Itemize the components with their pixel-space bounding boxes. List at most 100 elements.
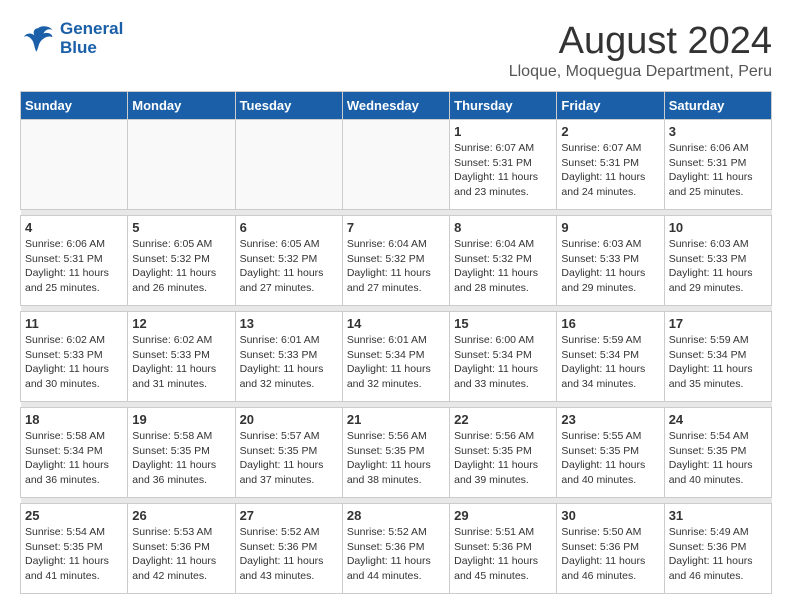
day-number: 21 — [347, 412, 445, 427]
day-info: Sunrise: 5:50 AM Sunset: 5:36 PM Dayligh… — [561, 525, 659, 584]
day-number: 27 — [240, 508, 338, 523]
day-info: Sunrise: 5:55 AM Sunset: 5:35 PM Dayligh… — [561, 429, 659, 488]
day-info: Sunrise: 5:52 AM Sunset: 5:36 PM Dayligh… — [240, 525, 338, 584]
calendar-cell: 29 Sunrise: 5:51 AM Sunset: 5:36 PM Dayli… — [450, 504, 557, 594]
day-info: Sunrise: 6:06 AM Sunset: 5:31 PM Dayligh… — [669, 141, 767, 200]
day-number: 12 — [132, 316, 230, 331]
page-header: General Blue August 2024 Lloque, Moquegu… — [20, 20, 772, 81]
calendar-title: August 2024 — [509, 20, 772, 63]
weekday-header: Friday — [557, 92, 664, 120]
calendar-header-row: SundayMondayTuesdayWednesdayThursdayFrid… — [21, 92, 772, 120]
day-number: 29 — [454, 508, 552, 523]
weekday-header: Monday — [128, 92, 235, 120]
day-number: 23 — [561, 412, 659, 427]
calendar-week-row: 4 Sunrise: 6:06 AM Sunset: 5:31 PM Daylig… — [21, 216, 772, 306]
day-info: Sunrise: 6:07 AM Sunset: 5:31 PM Dayligh… — [561, 141, 659, 200]
day-number: 31 — [669, 508, 767, 523]
title-block: August 2024 Lloque, Moquegua Department,… — [509, 20, 772, 81]
day-number: 5 — [132, 220, 230, 235]
day-number: 26 — [132, 508, 230, 523]
calendar-cell: 2 Sunrise: 6:07 AM Sunset: 5:31 PM Daylig… — [557, 120, 664, 210]
day-number: 4 — [25, 220, 123, 235]
calendar-cell: 10 Sunrise: 6:03 AM Sunset: 5:33 PM Dayli… — [664, 216, 771, 306]
day-info: Sunrise: 6:01 AM Sunset: 5:34 PM Dayligh… — [347, 333, 445, 392]
day-info: Sunrise: 6:04 AM Sunset: 5:32 PM Dayligh… — [347, 237, 445, 296]
day-info: Sunrise: 6:06 AM Sunset: 5:31 PM Dayligh… — [25, 237, 123, 296]
calendar-cell: 28 Sunrise: 5:52 AM Sunset: 5:36 PM Dayli… — [342, 504, 449, 594]
day-number: 9 — [561, 220, 659, 235]
day-number: 28 — [347, 508, 445, 523]
calendar-cell: 26Sunrise: 5:53 AM Sunset: 5:36 PM Dayli… — [128, 504, 235, 594]
day-info: Sunrise: 5:59 AM Sunset: 5:34 PM Dayligh… — [669, 333, 767, 392]
calendar-cell: 23 Sunrise: 5:55 AM Sunset: 5:35 PM Dayli… — [557, 408, 664, 498]
day-info: Sunrise: 6:04 AM Sunset: 5:32 PM Dayligh… — [454, 237, 552, 296]
calendar-cell: 11Sunrise: 6:02 AM Sunset: 5:33 PM Dayli… — [21, 312, 128, 402]
day-number: 20 — [240, 412, 338, 427]
calendar-cell: 5Sunrise: 6:05 AM Sunset: 5:32 PM Daylig… — [128, 216, 235, 306]
day-info: Sunrise: 6:02 AM Sunset: 5:33 PM Dayligh… — [132, 333, 230, 392]
weekday-header: Sunday — [21, 92, 128, 120]
calendar-cell — [342, 120, 449, 210]
calendar-cell: 19 Sunrise: 5:58 AM Sunset: 5:35 PM Dayli… — [128, 408, 235, 498]
calendar-cell: 18 Sunrise: 5:58 AM Sunset: 5:34 PM Dayli… — [21, 408, 128, 498]
calendar-week-row: 25Sunrise: 5:54 AM Sunset: 5:35 PM Dayli… — [21, 504, 772, 594]
logo-text: General Blue — [60, 20, 123, 57]
day-number: 15 — [454, 316, 552, 331]
calendar-cell: 24 Sunrise: 5:54 AM Sunset: 5:35 PM Dayli… — [664, 408, 771, 498]
calendar-subtitle: Lloque, Moquegua Department, Peru — [509, 63, 772, 81]
day-number: 30 — [561, 508, 659, 523]
calendar-cell: 1Sunrise: 6:07 AM Sunset: 5:31 PM Daylig… — [450, 120, 557, 210]
calendar-cell: 4 Sunrise: 6:06 AM Sunset: 5:31 PM Daylig… — [21, 216, 128, 306]
day-info: Sunrise: 5:57 AM Sunset: 5:35 PM Dayligh… — [240, 429, 338, 488]
day-number: 1 — [454, 124, 552, 139]
day-number: 24 — [669, 412, 767, 427]
day-info: Sunrise: 5:54 AM Sunset: 5:35 PM Dayligh… — [669, 429, 767, 488]
logo: General Blue — [20, 20, 123, 57]
day-number: 7 — [347, 220, 445, 235]
day-number: 13 — [240, 316, 338, 331]
calendar-cell: 13 Sunrise: 6:01 AM Sunset: 5:33 PM Dayli… — [235, 312, 342, 402]
day-number: 10 — [669, 220, 767, 235]
calendar-cell — [235, 120, 342, 210]
day-info: Sunrise: 6:05 AM Sunset: 5:32 PM Dayligh… — [240, 237, 338, 296]
calendar-cell — [128, 120, 235, 210]
weekday-header: Tuesday — [235, 92, 342, 120]
day-info: Sunrise: 5:58 AM Sunset: 5:35 PM Dayligh… — [132, 429, 230, 488]
calendar-cell: 17 Sunrise: 5:59 AM Sunset: 5:34 PM Dayli… — [664, 312, 771, 402]
day-number: 16 — [561, 316, 659, 331]
day-number: 18 — [25, 412, 123, 427]
calendar-cell: 3Sunrise: 6:06 AM Sunset: 5:31 PM Daylig… — [664, 120, 771, 210]
calendar-cell — [21, 120, 128, 210]
weekday-header: Wednesday — [342, 92, 449, 120]
calendar-cell: 8Sunrise: 6:04 AM Sunset: 5:32 PM Daylig… — [450, 216, 557, 306]
day-info: Sunrise: 6:03 AM Sunset: 5:33 PM Dayligh… — [669, 237, 767, 296]
logo-icon — [20, 21, 56, 57]
day-number: 19 — [132, 412, 230, 427]
day-info: Sunrise: 6:00 AM Sunset: 5:34 PM Dayligh… — [454, 333, 552, 392]
day-info: Sunrise: 5:59 AM Sunset: 5:34 PM Dayligh… — [561, 333, 659, 392]
calendar-week-row: 1 Sunrise: 6:07 AM Sunset: 5:31 PM Daylig… — [21, 120, 772, 210]
day-number: 2 — [561, 124, 659, 139]
calendar-cell: 20 Sunrise: 5:57 AM Sunset: 5:35 PM Dayli… — [235, 408, 342, 498]
day-number: 11 — [25, 316, 123, 331]
day-number: 22 — [454, 412, 552, 427]
calendar-cell: 31 Sunrise: 5:49 AM Sunset: 5:36 PM Dayli… — [664, 504, 771, 594]
calendar-week-row: 11 Sunrise: 6:02 AM Sunset: 5:33 PM Dayli… — [21, 312, 772, 402]
day-info: Sunrise: 5:56 AM Sunset: 5:35 PM Dayligh… — [454, 429, 552, 488]
day-info: Sunrise: 5:51 AM Sunset: 5:36 PM Dayligh… — [454, 525, 552, 584]
calendar-cell: 6 Sunrise: 6:05 AM Sunset: 5:32 PM Daylig… — [235, 216, 342, 306]
calendar-cell: 27 Sunrise: 5:52 AM Sunset: 5:36 PM Dayli… — [235, 504, 342, 594]
day-number: 14 — [347, 316, 445, 331]
day-info: Sunrise: 5:49 AM Sunset: 5:36 PM Dayligh… — [669, 525, 767, 584]
day-info: Sunrise: 6:03 AM Sunset: 5:33 PM Dayligh… — [561, 237, 659, 296]
calendar-cell: 14 Sunrise: 6:01 AM Sunset: 5:34 PM Dayli… — [342, 312, 449, 402]
day-info: Sunrise: 5:56 AM Sunset: 5:35 PM Dayligh… — [347, 429, 445, 488]
day-number: 6 — [240, 220, 338, 235]
day-info: Sunrise: 5:52 AM Sunset: 5:36 PM Dayligh… — [347, 525, 445, 584]
calendar-table: SundayMondayTuesdayWednesdayThursdayFrid… — [20, 91, 772, 594]
calendar-cell: 25Sunrise: 5:54 AM Sunset: 5:35 PM Dayli… — [21, 504, 128, 594]
calendar-cell: 30 Sunrise: 5:50 AM Sunset: 5:36 PM Dayli… — [557, 504, 664, 594]
day-number: 17 — [669, 316, 767, 331]
day-info: Sunrise: 6:01 AM Sunset: 5:33 PM Dayligh… — [240, 333, 338, 392]
day-info: Sunrise: 5:58 AM Sunset: 5:34 PM Dayligh… — [25, 429, 123, 488]
